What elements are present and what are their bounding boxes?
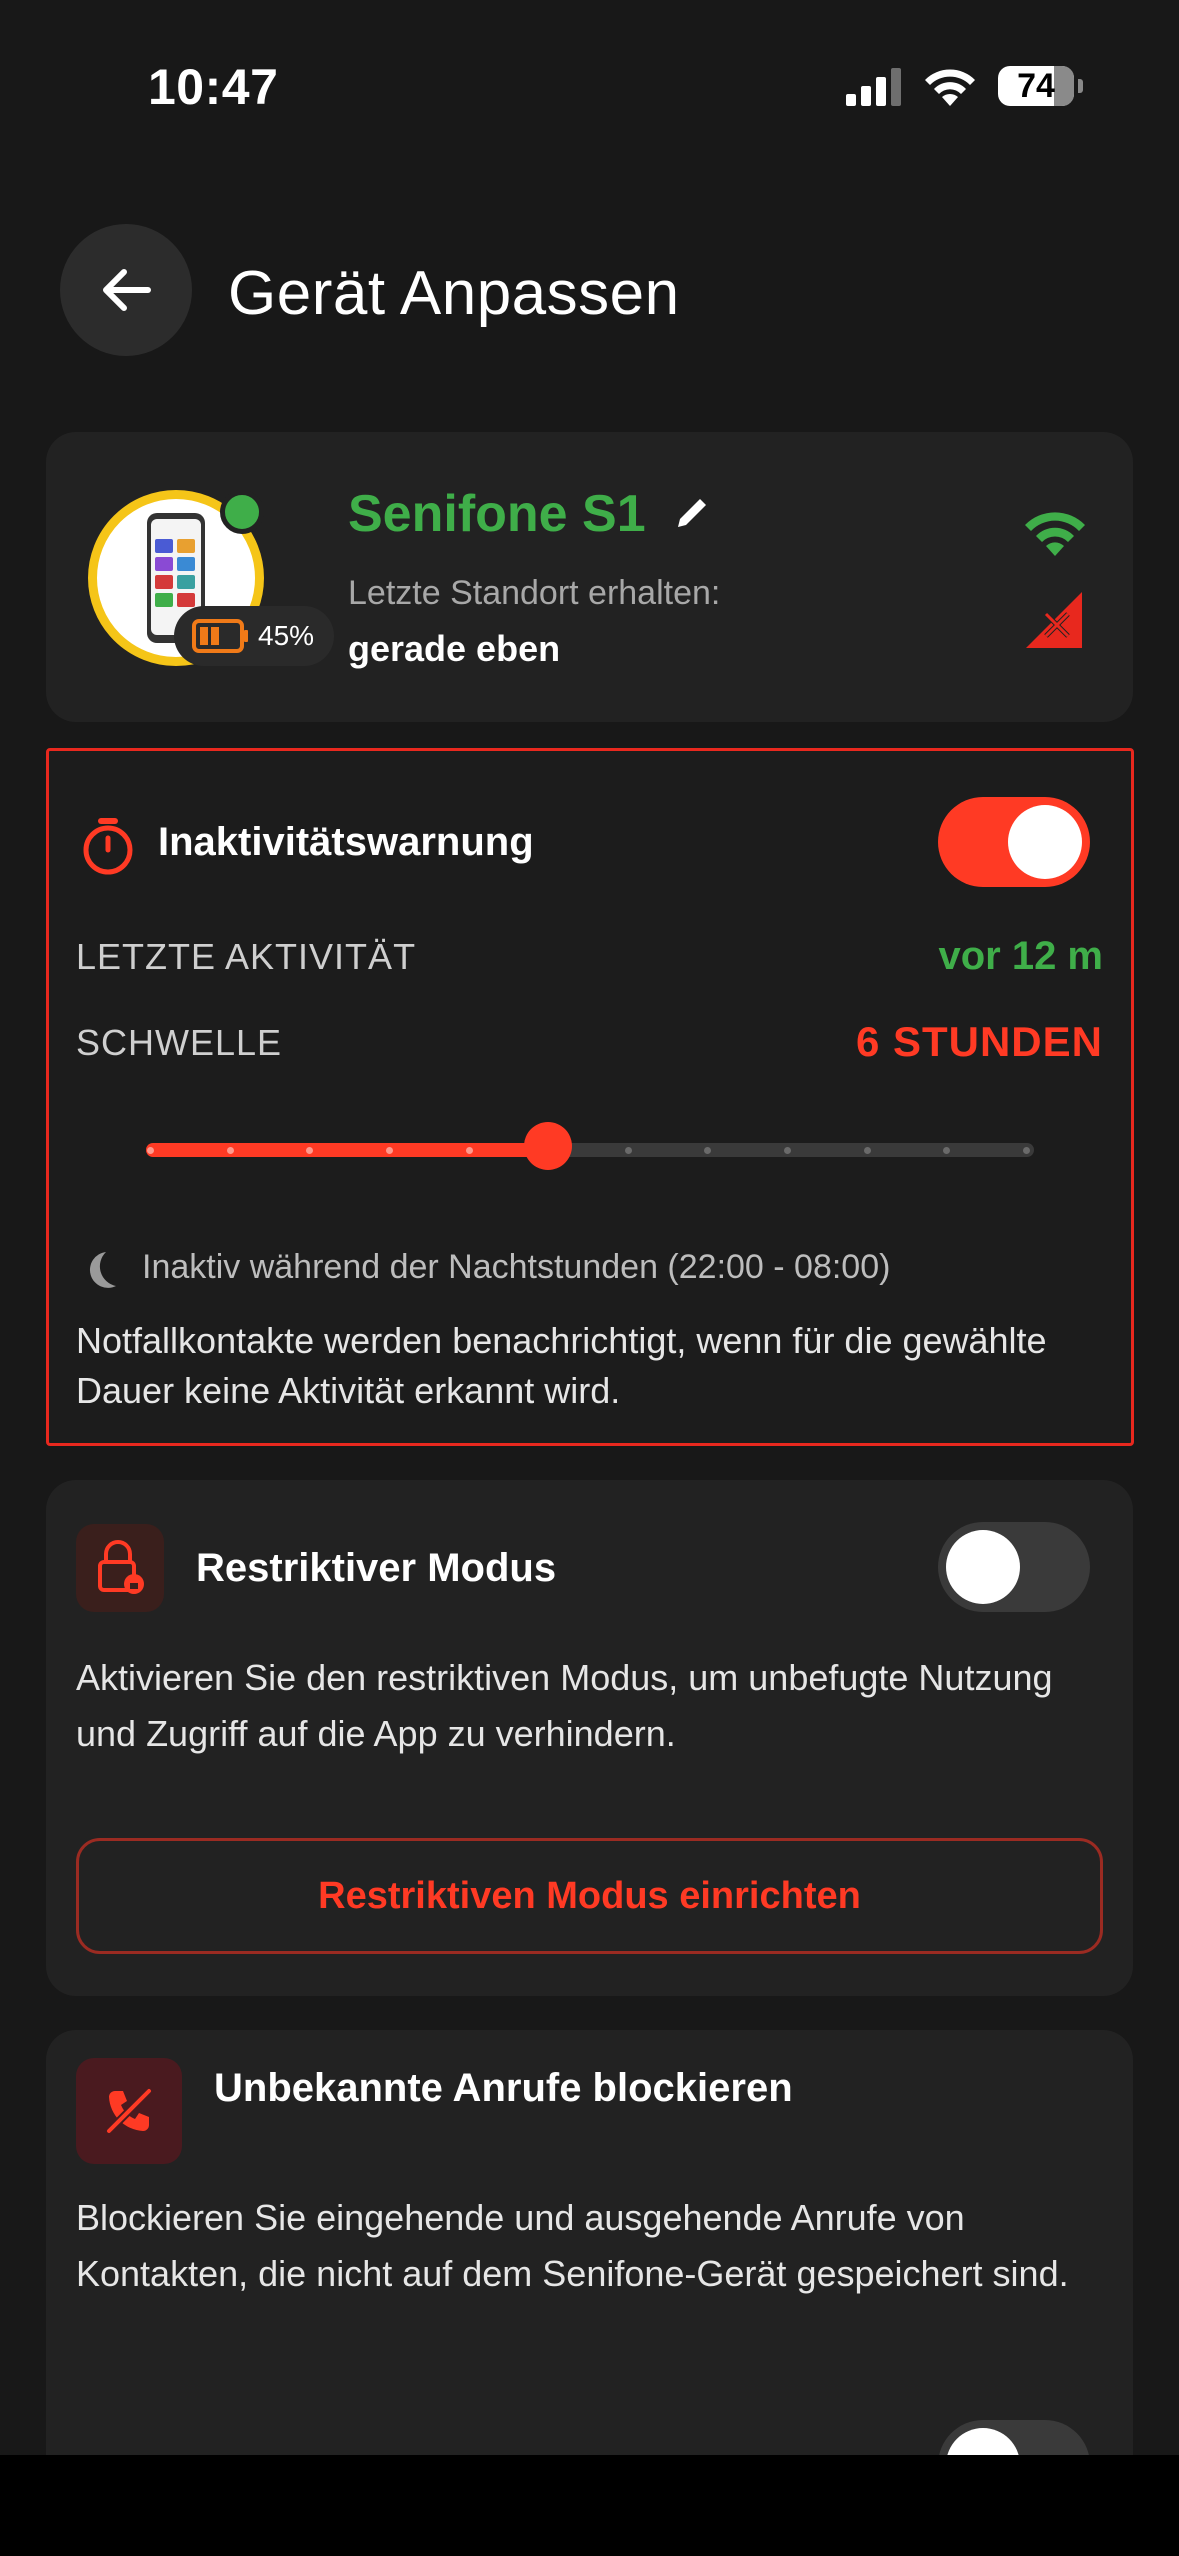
block-calls-title: Unbekannte Anrufe blockieren [214,2066,793,2110]
restrictive-description: Aktivieren Sie den restriktiven Modus, u… [76,1657,1053,1754]
threshold-value: 6 STUNDEN [855,1018,1103,1065]
signal-icon [846,68,902,111]
block-calls-icon-box [76,2058,182,2164]
battery-icon [192,619,248,653]
slider-tick [1023,1147,1030,1154]
device-name-label: Senifone S1 [348,485,646,543]
moon-icon [80,1248,120,1297]
status-time: 10:47 [148,59,279,115]
toggle-knob [946,1530,1020,1604]
threshold-slider-fill [146,1143,549,1157]
device-battery-percent: 45% [258,620,315,651]
block-calls-description: Blockieren Sie eingehende und ausgehende… [76,2197,1069,2294]
lock-icon [98,1540,144,1594]
last-activity-label: LETZTE AKTIVITÄT [76,936,417,977]
slider-tick [226,1147,234,1154]
setup-restrictive-button[interactable]: Restriktiven Modus einrichten [76,1838,1103,1954]
inactivity-description: Notfallkontakte werden benachrichtigt, w… [76,1320,1047,1411]
restrictive-title: Restriktiver Modus [196,1546,557,1590]
device-name: Senifone S1 [348,484,712,544]
last-activity-value: vor 12 m [938,934,1103,978]
battery-level: 74 [1017,67,1055,105]
threshold-label: SCHWELLE [76,1022,283,1063]
restrictive-icon-box [76,1524,164,1612]
no-cellular-icon [1024,590,1084,655]
slider-tick [385,1147,393,1154]
slider-tick [624,1147,632,1154]
location-label: Letzte Standort erhalten: [348,574,721,612]
arrow-left-icon [103,269,151,311]
location-value: gerade eben [348,628,561,669]
wifi-icon [1022,508,1088,561]
slider-tick [465,1147,473,1154]
battery-status-icon: 74 [998,66,1083,106]
slider-tick [863,1147,871,1154]
device-battery-badge: 45% [174,606,334,666]
page-title: Gerät Anpassen [228,259,680,328]
online-status-dot [220,490,264,534]
stopwatch-icon [80,816,136,881]
bottom-system-bar [0,2455,1179,2556]
threshold-slider-thumb[interactable] [524,1122,573,1170]
pencil-icon[interactable] [672,493,712,533]
night-hours-note: Inaktiv während der Nachtstunden (22:00 … [142,1248,891,1286]
slider-tick [147,1147,154,1154]
inactivity-toggle[interactable] [938,797,1090,887]
restrictive-toggle[interactable] [938,1522,1090,1612]
wifi-status-icon [922,64,978,111]
toggle-knob [1008,805,1082,879]
back-button[interactable] [60,224,192,356]
blocked-phone-icon [104,2086,154,2136]
inactivity-title: Inaktivitätswarnung [158,820,534,864]
